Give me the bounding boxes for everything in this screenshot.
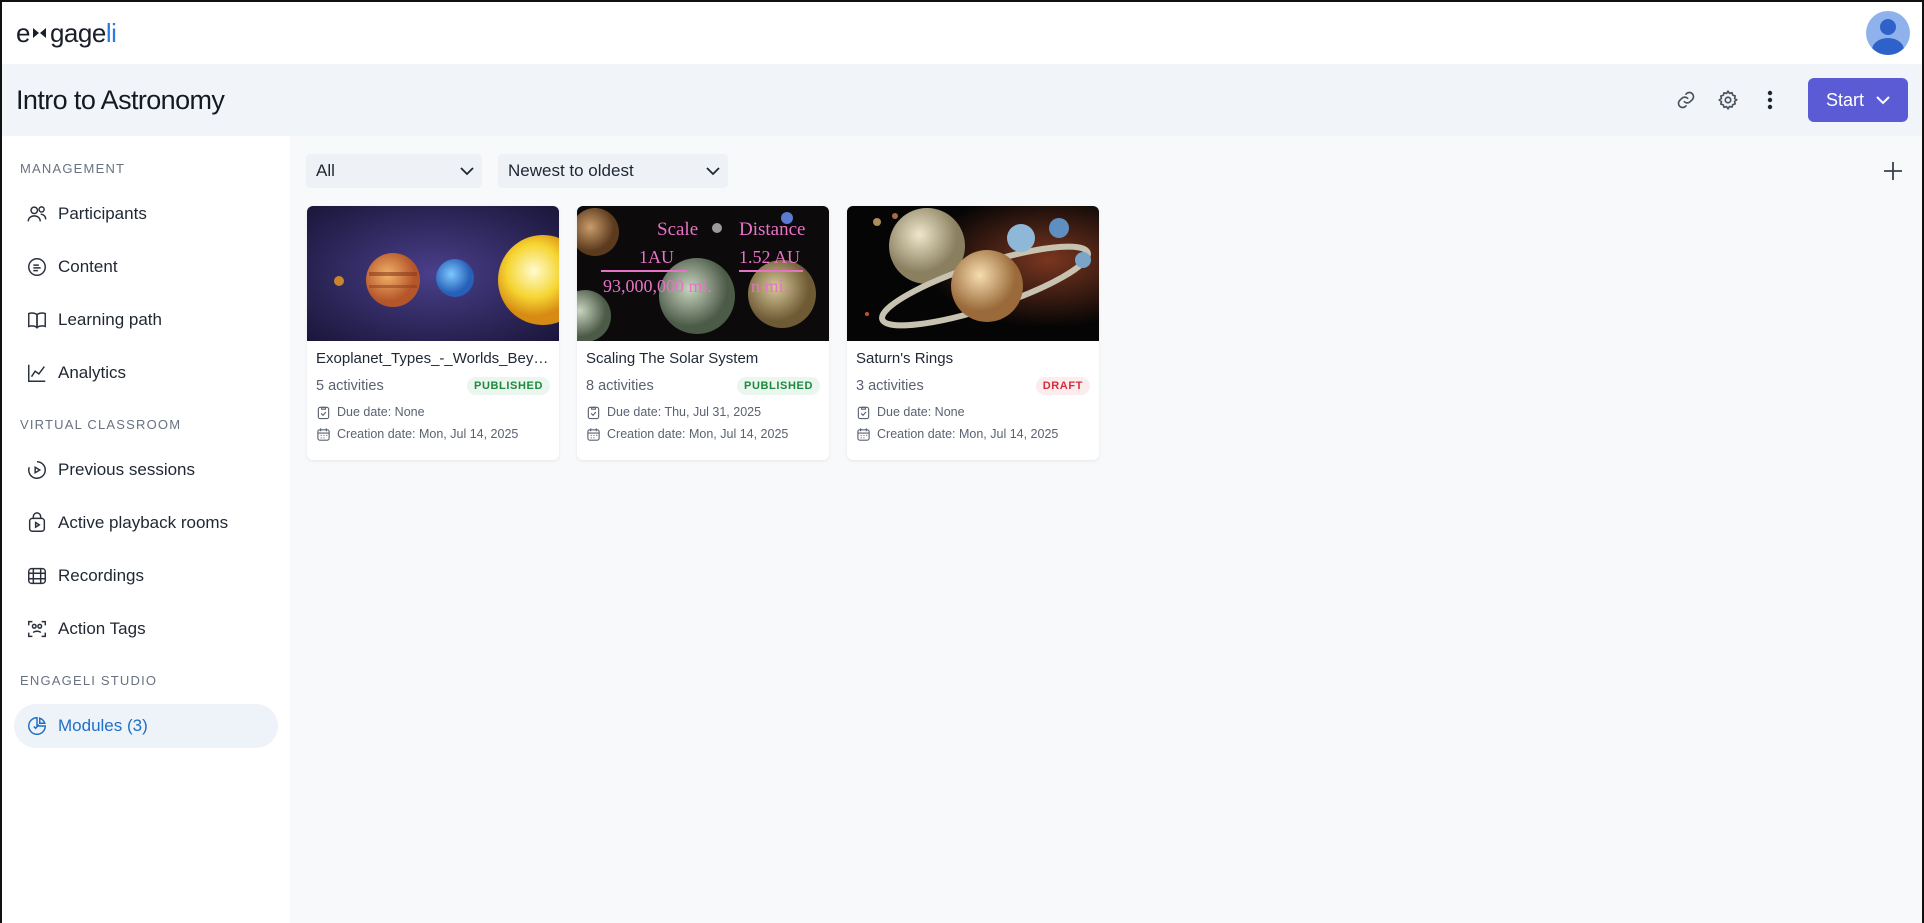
- modules-icon: [28, 717, 46, 735]
- book-icon: [28, 312, 46, 329]
- creation-date-text: Creation date: Mon, Jul 14, 2025: [607, 427, 789, 441]
- sidebar-item-modules[interactable]: Modules (3): [14, 704, 278, 748]
- status-badge: PUBLISHED: [467, 377, 550, 395]
- module-thumbnail-exoplanets: [307, 206, 559, 341]
- section-label-engageli-studio: ENGAGELI STUDIO: [20, 673, 158, 688]
- film-icon: [28, 567, 46, 585]
- link-icon[interactable]: [1674, 88, 1698, 112]
- sidebar-item-label: Modules (3): [58, 716, 148, 735]
- activity-count: 8 activities: [586, 378, 654, 394]
- sort-select[interactable]: Newest to oldest: [498, 154, 728, 188]
- due-date: Due date: None: [856, 404, 1090, 420]
- clipboard-check-icon: [857, 406, 870, 419]
- thumb-text-au2: 1.52 AU: [739, 247, 800, 267]
- module-title: Scaling The Solar System: [586, 350, 759, 367]
- sidebar-item-active-playback-rooms[interactable]: Active playback rooms: [14, 501, 278, 545]
- thumb-text-nmi: n mi.: [751, 276, 788, 296]
- activity-count: 3 activities: [856, 378, 924, 394]
- due-date-text: Due date: Thu, Jul 31, 2025: [607, 405, 762, 419]
- status-badge: PUBLISHED: [737, 377, 820, 395]
- top-bar: e gage li: [2, 2, 1922, 64]
- tags-icon: [28, 620, 46, 638]
- calendar-icon: [317, 427, 330, 441]
- thumb-text-miles: 93,000,000 mi.: [603, 276, 712, 296]
- creation-date: Creation date: Mon, Jul 14, 2025: [856, 426, 1090, 442]
- sidebar: MANAGEMENT Participants Content Learning…: [2, 136, 290, 923]
- module-thumbnail-solar-scale: Scale Distance 1AU 93,000,000 mi. 1.52 A…: [577, 206, 829, 341]
- logo-text-accent: li: [105, 17, 117, 48]
- sort-value: Newest to oldest: [508, 161, 634, 180]
- settings-gear-icon[interactable]: [1716, 88, 1740, 112]
- sessions-icon: [28, 461, 46, 479]
- sidebar-item-label: Action Tags: [58, 619, 146, 638]
- add-module-button[interactable]: [1880, 158, 1906, 184]
- start-button[interactable]: Start: [1808, 78, 1908, 122]
- creation-date: Creation date: Mon, Jul 14, 2025: [586, 426, 820, 442]
- sidebar-item-label: Content: [58, 257, 118, 276]
- logo-text-mid: gage: [49, 17, 106, 48]
- sidebar-item-learning-path[interactable]: Learning path: [14, 298, 278, 342]
- start-button-label: Start: [1825, 89, 1864, 110]
- module-title: Saturn's Rings: [856, 350, 954, 367]
- sidebar-item-content[interactable]: Content: [14, 245, 278, 289]
- sidebar-item-participants[interactable]: Participants: [14, 192, 278, 236]
- avatar-head-icon: [1880, 19, 1896, 35]
- content-icon: [28, 258, 46, 276]
- chevron-down-icon: [706, 166, 720, 175]
- due-date: Due date: None: [316, 404, 550, 420]
- main-content: All Newest to oldest Exoplanet_Types_-_W…: [290, 136, 1922, 923]
- chevron-down-icon: [460, 166, 474, 175]
- creation-date: Creation date: Mon, Jul 14, 2025: [316, 426, 550, 442]
- sidebar-item-previous-sessions[interactable]: Previous sessions: [14, 448, 278, 492]
- clipboard-check-icon: [587, 406, 600, 419]
- type-filter-select[interactable]: All: [306, 154, 482, 188]
- creation-date-text: Creation date: Mon, Jul 14, 2025: [877, 427, 1059, 441]
- due-date: Due date: Thu, Jul 31, 2025: [586, 404, 820, 420]
- status-badge: DRAFT: [1035, 377, 1090, 395]
- section-label-virtual-classroom: VIRTUAL CLASSROOM: [20, 417, 182, 432]
- logo-mark-icon: [31, 24, 49, 42]
- sidebar-item-label: Recordings: [58, 566, 144, 585]
- sidebar-item-label: Participants: [58, 204, 147, 223]
- module-title: Exoplanet_Types_-_Worlds_Beyo...: [316, 350, 550, 367]
- clipboard-check-icon: [317, 406, 330, 419]
- calendar-icon: [857, 427, 870, 441]
- page-header: Intro to Astronomy Start: [2, 64, 1922, 136]
- due-date-text: Due date: None: [337, 405, 425, 419]
- module-card[interactable]: Scale Distance 1AU 93,000,000 mi. 1.52 A…: [577, 206, 829, 460]
- module-thumbnail-saturn: [847, 206, 1099, 341]
- engageli-logo[interactable]: e gage li: [16, 17, 117, 49]
- thumb-text-distance: Distance: [739, 219, 805, 240]
- thumb-text-scale: Scale: [657, 219, 698, 240]
- avatar-body-icon: [1872, 38, 1904, 55]
- sidebar-item-analytics[interactable]: Analytics: [14, 351, 278, 395]
- logo-text-start: e: [16, 17, 30, 48]
- sidebar-item-label: Previous sessions: [58, 460, 196, 479]
- section-label-management: MANAGEMENT: [20, 161, 126, 176]
- chevron-down-icon: [1876, 95, 1890, 104]
- playback-icon: [28, 512, 46, 532]
- page-title: Intro to Astronomy: [16, 84, 225, 115]
- sidebar-item-recordings[interactable]: Recordings: [14, 554, 278, 598]
- sidebar-item-label: Active playback rooms: [58, 513, 229, 532]
- sidebar-item-label: Learning path: [58, 310, 162, 329]
- type-filter-value: All: [316, 161, 335, 180]
- module-card[interactable]: Exoplanet_Types_-_Worlds_Beyo... 5 activ…: [307, 206, 559, 460]
- user-avatar[interactable]: [1866, 11, 1910, 55]
- due-date-text: Due date: None: [877, 405, 965, 419]
- activity-count: 5 activities: [316, 378, 384, 394]
- more-vertical-icon[interactable]: [1758, 88, 1782, 112]
- module-card[interactable]: Saturn's Rings 3 activities DRAFT Due da…: [847, 206, 1099, 460]
- plus-icon: [1884, 162, 1902, 180]
- thumb-text-au: 1AU: [639, 247, 674, 267]
- analytics-icon: [28, 364, 46, 382]
- sidebar-item-action-tags[interactable]: Action Tags: [14, 607, 278, 651]
- creation-date-text: Creation date: Mon, Jul 14, 2025: [337, 427, 519, 441]
- sidebar-item-label: Analytics: [58, 363, 127, 382]
- participants-icon: [27, 206, 47, 222]
- calendar-icon: [587, 427, 600, 441]
